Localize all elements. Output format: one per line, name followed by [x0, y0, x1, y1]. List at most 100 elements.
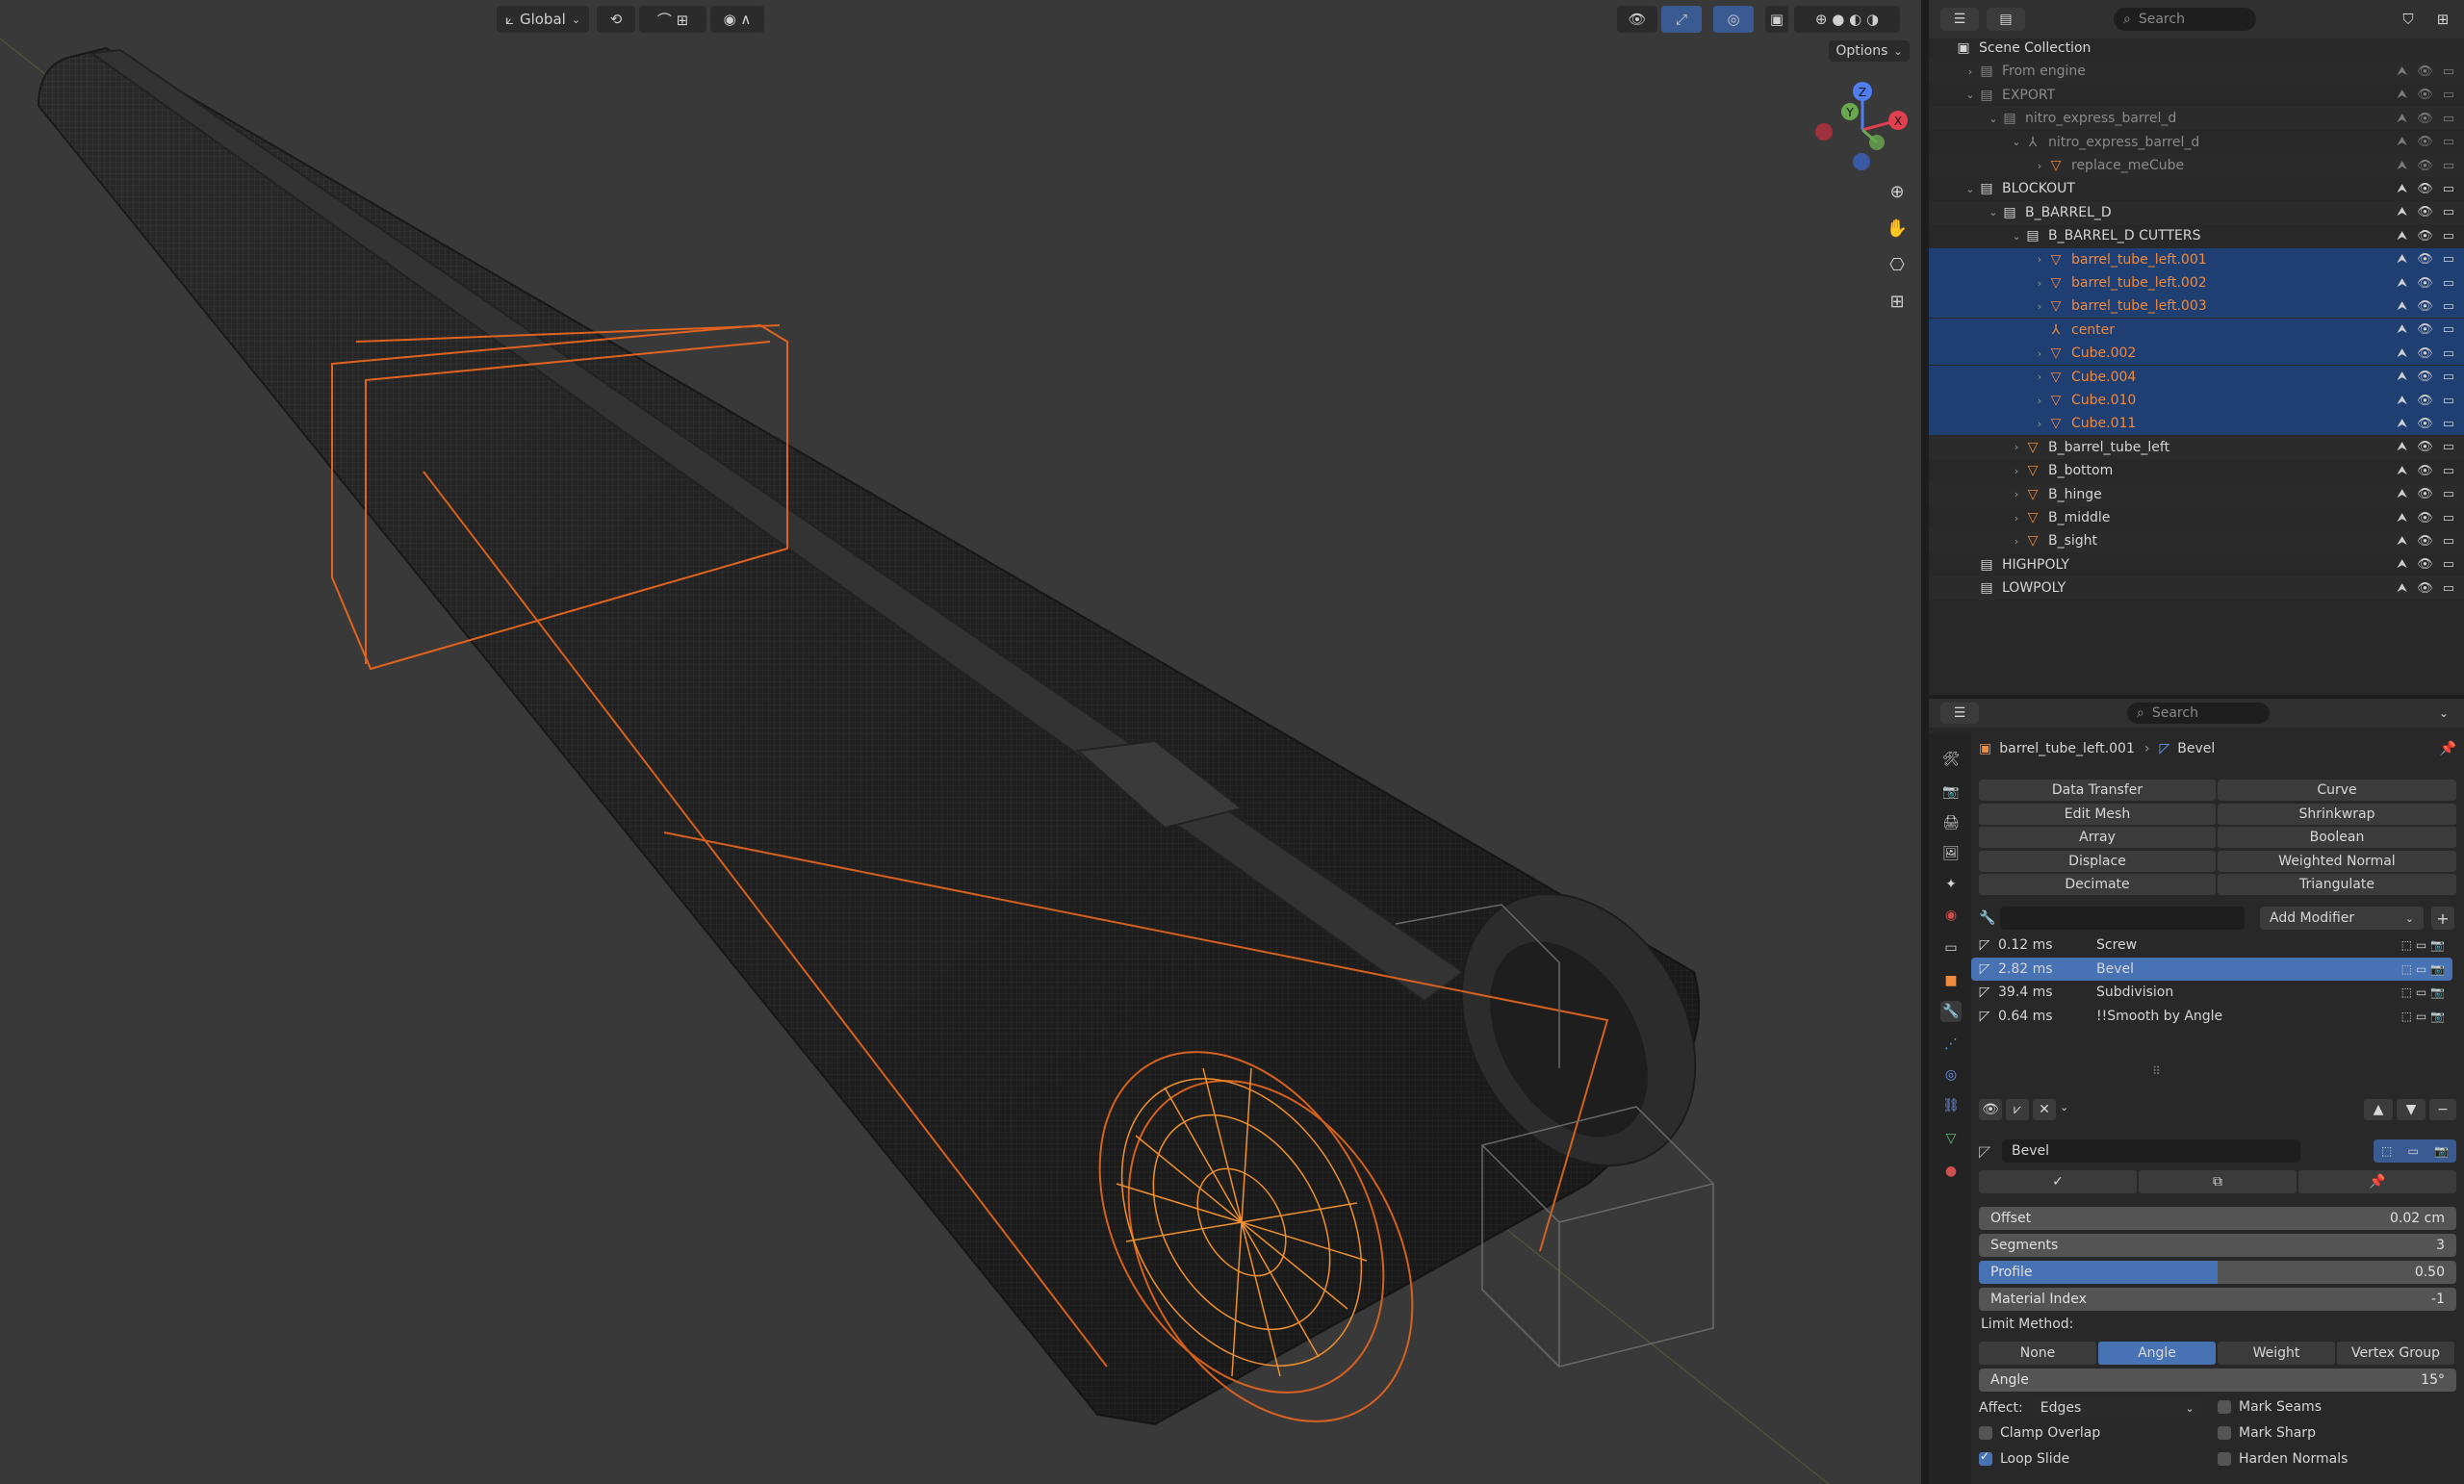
limit-method-angle-button[interactable]: Angle — [2098, 1342, 2216, 1365]
monitor-icon[interactable]: ▭ — [2443, 487, 2454, 501]
add-modifier-dropdown[interactable]: Add Modifier ⌄ — [2260, 907, 2424, 930]
monitor-icon[interactable]: ▭ — [2443, 534, 2454, 549]
physics-tab-icon[interactable]: ◎ — [1940, 1064, 1962, 1086]
eye-icon[interactable]: 👁 — [2417, 370, 2433, 384]
eye-icon[interactable]: 👁 — [2417, 299, 2433, 314]
eye-icon[interactable]: 👁 — [2417, 229, 2433, 243]
outliner-row[interactable]: › ▽ B_sight ⮝ 👁 ▭ — [1929, 529, 2464, 553]
angle-field[interactable]: Angle 15° — [1979, 1369, 2456, 1392]
outliner-row[interactable]: ⅄ center ⮝ 👁 ▭ — [1929, 318, 2464, 342]
monitor-icon[interactable]: ▭ — [2443, 511, 2454, 525]
select-arrow-icon[interactable]: ⮝ — [2397, 346, 2407, 361]
pin-to-last-button[interactable]: 📌 — [2298, 1170, 2456, 1193]
tool-tab-icon[interactable]: 🛠 — [1940, 749, 1962, 770]
limit-method-none-button[interactable]: None — [1979, 1342, 2096, 1365]
navigation-gizmo[interactable]: Z X Y — [1810, 77, 1915, 183]
checkbox-unchecked[interactable] — [2218, 1426, 2231, 1440]
outliner-row[interactable]: ▤ LOWPOLY ⮝ 👁 ▭ — [1929, 576, 2464, 601]
overlay-toggle-button[interactable]: ◎ — [1713, 6, 1754, 33]
viewport-icon[interactable]: ▭ — [2408, 1144, 2419, 1158]
gizmo-toggle-button[interactable]: ⤢ — [1661, 6, 1702, 33]
outliner-row[interactable]: ⌄ ▤ B_BARREL_D ⮝ 👁 ▭ — [1929, 200, 2464, 224]
modifier-stack-item[interactable]: ◸ 0.64 ms !!Smooth by Angle ⬚ ▭ 📷 — [1971, 1005, 2452, 1028]
add-displace-button[interactable]: Displace — [1979, 850, 2216, 872]
proportional-editing-button[interactable]: ◉ ∧ — [710, 6, 764, 33]
pan-button[interactable]: ✋ — [1881, 212, 1913, 244]
visibility-toggles[interactable]: ⮝ 👁 ▭ — [2397, 276, 2454, 291]
visibility-toggles[interactable]: ⮝ 👁 ▭ — [2397, 346, 2454, 361]
eye-icon[interactable]: 👁 — [2417, 440, 2433, 454]
eye-icon[interactable]: 👁 — [2417, 581, 2433, 596]
visibility-toggles[interactable]: ⮝ 👁 ▭ — [2397, 394, 2454, 408]
select-arrow-icon[interactable]: ⮝ — [2397, 394, 2407, 408]
limit-method-vertex-group-button[interactable]: Vertex Group — [2337, 1342, 2454, 1365]
modifier-filter-input[interactable] — [2000, 907, 2245, 930]
monitor-icon[interactable]: ▭ — [2443, 205, 2454, 219]
outliner-row[interactable]: › ▽ barrel_tube_left.001 ⮝ 👁 ▭ — [1929, 247, 2464, 271]
monitor-icon[interactable]: ▭ — [2443, 394, 2454, 408]
editor-type-dropdown[interactable]: ☰ — [1940, 703, 1979, 724]
disclosure-triangle-icon[interactable]: › — [2010, 512, 2023, 525]
visibility-toggles[interactable]: ⮝ 👁 ▭ — [2397, 534, 2454, 549]
viewport-scene[interactable] — [0, 0, 1921, 1484]
disclosure-triangle-icon[interactable]: › — [1964, 65, 1977, 78]
monitor-icon[interactable]: ▭ — [2443, 557, 2454, 572]
select-arrow-icon[interactable]: ⮝ — [2397, 276, 2407, 291]
snap-button[interactable]: ⌒ ⊞ — [639, 6, 706, 33]
modifier-visibility-icons[interactable]: ⬚ ▭ 📷 — [2401, 938, 2445, 952]
eye-icon[interactable]: 👁 — [2417, 159, 2433, 173]
view-layer-tab-icon[interactable]: 🖼 — [1940, 843, 1962, 864]
visibility-toggles[interactable]: ⮝ 👁 ▭ — [2397, 322, 2454, 337]
eye-icon[interactable]: 👁 — [2417, 88, 2433, 102]
affect-dropdown[interactable]: Edges ⌄ — [2032, 1397, 2202, 1419]
outliner-row[interactable]: ⌄ ▤ B_BARREL_D CUTTERS ⮝ 👁 ▭ — [1929, 224, 2464, 247]
disclosure-triangle-icon[interactable]: › — [2010, 465, 2023, 477]
visibility-toggles[interactable]: ⮝ 👁 ▭ — [2397, 511, 2454, 525]
render-tab-icon[interactable]: 📷 — [1940, 781, 1962, 803]
disclosure-triangle-icon[interactable]: › — [2010, 441, 2023, 453]
visibility-toggles[interactable]: ⮝ 👁 ▭ — [2397, 182, 2454, 196]
modifier-stack-item[interactable]: ◸ 2.82 ms Bevel ⬚ ▭ 📷 — [1971, 957, 2452, 981]
mark-sharp-checkbox[interactable]: Mark Sharp — [2218, 1425, 2316, 1441]
outliner-row[interactable]: › ▤ From engine ⮝ 👁 ▭ — [1929, 60, 2464, 84]
disclosure-triangle-icon[interactable]: ⌄ — [1987, 113, 2000, 125]
xray-toggle-button[interactable]: ▣ — [1765, 6, 1788, 33]
disclosure-triangle-icon[interactable]: › — [2010, 488, 2023, 500]
limit-method-weight-button[interactable]: Weight — [2218, 1342, 2335, 1365]
outliner-row[interactable]: › ▽ B_barrel_tube_left ⮝ 👁 ▭ — [1929, 435, 2464, 459]
add-edit-mesh-button[interactable]: Edit Mesh — [1979, 803, 2216, 825]
select-arrow-icon[interactable]: ⮝ — [2397, 252, 2407, 267]
select-arrow-icon[interactable]: ⮝ — [2397, 370, 2407, 384]
edit-mode-icon[interactable]: ⬚ — [2381, 1144, 2392, 1158]
monitor-icon[interactable]: ▭ — [2443, 135, 2454, 149]
duplicate-button[interactable]: ⧉ — [2139, 1170, 2297, 1193]
material-tab-icon[interactable]: ● — [1940, 1161, 1962, 1182]
3d-viewport[interactable]: ⟀ Global ⌄ ⟲ ⌒ ⊞ ◉ ∧ 👁 ⤢ ◎ ▣ ⊕ ● ◐ ◑ Opt… — [0, 0, 1921, 1484]
outliner-row[interactable]: › ▽ Cube.011 ⮝ 👁 ▭ — [1929, 412, 2464, 436]
apply-button[interactable]: ✓ — [1979, 1170, 2137, 1193]
disclosure-triangle-icon[interactable]: › — [2033, 418, 2046, 430]
select-arrow-icon[interactable]: ⮝ — [2397, 487, 2407, 501]
eye-icon[interactable]: 👁 — [2417, 135, 2433, 149]
modifier-stack-item[interactable]: ◸ 39.4 ms Subdivision ⬚ ▭ 📷 — [1971, 981, 2452, 1004]
outliner-row[interactable]: › ▽ B_middle ⮝ 👁 ▭ — [1929, 506, 2464, 529]
select-arrow-icon[interactable]: ⮝ — [2397, 557, 2407, 572]
monitor-icon[interactable]: ▭ — [2443, 370, 2454, 384]
visibility-toggles[interactable]: ⮝ 👁 ▭ — [2397, 252, 2454, 267]
outliner-row[interactable]: ▤ HIGHPOLY ⮝ 👁 ▭ — [1929, 553, 2464, 576]
shading-mode-buttons[interactable]: ⊕ ● ◐ ◑ — [1794, 6, 1900, 33]
apply-all-icon[interactable]: ⩗ — [2006, 1099, 2029, 1120]
move-down-button[interactable]: ▼ — [2397, 1099, 2426, 1120]
world-tab-icon[interactable]: ◉ — [1940, 905, 1962, 926]
modifier-visibility-icons[interactable]: ⬚ ▭ 📷 — [2401, 985, 2445, 999]
outliner-row[interactable]: › ▽ B_hinge ⮝ 👁 ▭ — [1929, 482, 2464, 506]
visibility-toggles[interactable]: ⮝ 👁 ▭ — [2397, 417, 2454, 431]
disclosure-triangle-icon[interactable]: ⌄ — [1964, 183, 1977, 195]
add-decimate-button[interactable]: Decimate — [1979, 874, 2216, 895]
disclosure-triangle-icon[interactable]: › — [2033, 277, 2046, 290]
select-arrow-icon[interactable]: ⮝ — [2397, 511, 2407, 525]
eye-icon[interactable]: 👁 — [2417, 276, 2433, 291]
eye-icon[interactable]: 👁 — [2417, 557, 2433, 572]
list-resize-handle[interactable]: ⠿ — [1979, 1064, 2456, 1082]
select-arrow-icon[interactable]: ⮝ — [2397, 112, 2407, 126]
